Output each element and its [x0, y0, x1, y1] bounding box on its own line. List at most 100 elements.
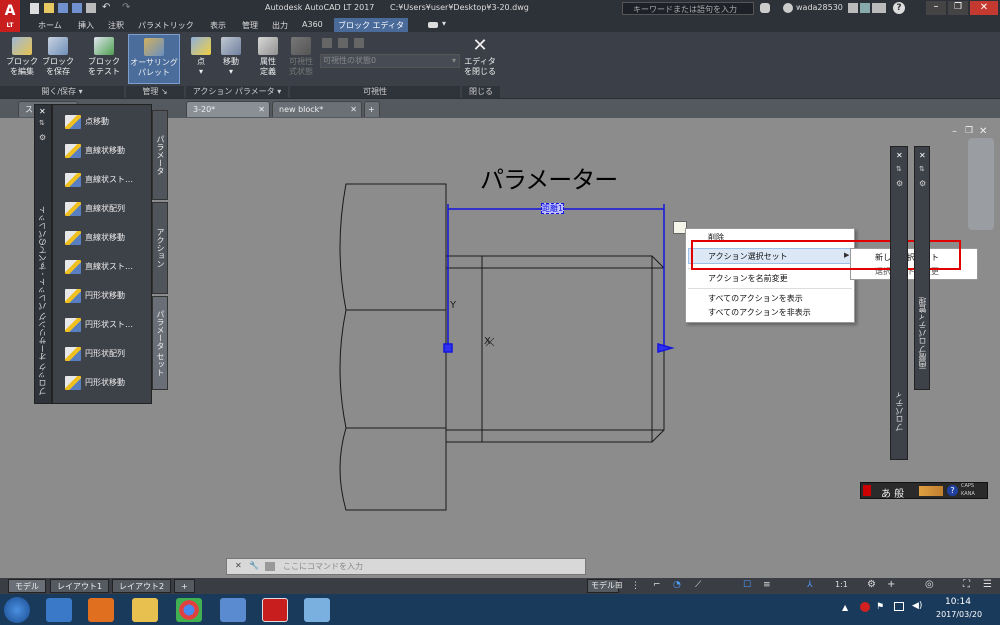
- tray-volume-icon[interactable]: ◀): [912, 601, 922, 611]
- save-as-icon[interactable]: [72, 3, 82, 13]
- exchange-icon[interactable]: [860, 3, 870, 13]
- open-file-icon[interactable]: [44, 3, 54, 13]
- layout-tab-layout1[interactable]: レイアウト1: [50, 579, 110, 593]
- close-editor-button[interactable]: ✕ エディタ を閉じる: [462, 34, 498, 84]
- tab-output[interactable]: 出力: [272, 20, 288, 31]
- doc-tab-new-block[interactable]: new block* ✕: [272, 101, 362, 117]
- search-box[interactable]: キーワードまたは語句を入力: [622, 2, 754, 15]
- hardware-icon[interactable]: ◎: [925, 579, 934, 590]
- palette-item-polar-array[interactable]: 円形状配列: [65, 343, 149, 365]
- print-icon[interactable]: [86, 3, 96, 13]
- paint-icon[interactable]: [304, 598, 330, 622]
- palette-item-linear-stretch-2[interactable]: 直線状スト…: [65, 256, 149, 278]
- palette-title-strip[interactable]: ✕ ⇅ ⚙ ブロック オーサリング パレット - すべてのパレット: [34, 104, 52, 404]
- palette-item-point-move[interactable]: 点移動: [65, 111, 149, 133]
- palette-close-icon[interactable]: ✕: [39, 107, 46, 116]
- binoculars-icon[interactable]: [760, 3, 770, 13]
- lineweight-icon[interactable]: ☐: [743, 580, 751, 590]
- annotation-scale[interactable]: 1:1: [835, 580, 848, 589]
- new-tab-button[interactable]: +: [364, 101, 380, 117]
- explorer-icon[interactable]: [132, 598, 158, 622]
- save-icon[interactable]: [58, 3, 68, 13]
- viewcube[interactable]: [968, 138, 994, 230]
- tab-manage[interactable]: 管理: [242, 20, 258, 31]
- start-button[interactable]: [4, 597, 30, 623]
- help-icon[interactable]: ?: [893, 2, 905, 14]
- point-button[interactable]: 点 ▾: [186, 34, 216, 84]
- close-icon[interactable]: ✕: [258, 102, 265, 117]
- properties-autohide-icon[interactable]: ⇅: [896, 165, 902, 173]
- palette-tab-parameter-sets[interactable]: パラメータ セット: [152, 296, 168, 390]
- tab-annotate[interactable]: 注釈: [108, 20, 124, 31]
- palette-item-linear-move-2[interactable]: 直線状移動: [65, 227, 149, 249]
- palette-tab-actions[interactable]: アクション: [152, 202, 168, 294]
- plus-icon[interactable]: +: [887, 579, 895, 590]
- tray-antivirus-icon[interactable]: [860, 602, 870, 612]
- ie-icon[interactable]: [46, 598, 72, 622]
- visibility-states-button[interactable]: 可視性 式状態: [286, 34, 316, 84]
- palette-item-linear-stretch[interactable]: 直線状スト…: [65, 169, 149, 191]
- close-window-icon[interactable]: ✕: [970, 1, 998, 15]
- authoring-palette-button[interactable]: オーサリング パレット: [128, 34, 180, 84]
- menu-item-hide-all-actions[interactable]: すべてのアクションを非表示: [708, 307, 811, 318]
- undo-icon[interactable]: ↶: [102, 3, 110, 13]
- chrome-icon[interactable]: [176, 598, 202, 622]
- customize-menu-icon[interactable]: ☰: [983, 579, 992, 590]
- ime-help-icon[interactable]: ?: [947, 485, 958, 496]
- properties-settings-icon[interactable]: ⚙: [896, 179, 903, 188]
- palette-item-polar-stretch[interactable]: 円形状スト…: [65, 314, 149, 336]
- tray-flag-icon[interactable]: ⚑: [876, 602, 884, 612]
- autodesk-a360-icon[interactable]: [872, 3, 886, 13]
- grid-icon[interactable]: ⊞: [615, 581, 623, 591]
- tab-overflow-icon[interactable]: ▾: [442, 19, 446, 28]
- polar-icon[interactable]: ◔: [673, 580, 681, 590]
- properties-close-icon[interactable]: ✕: [896, 151, 903, 160]
- move-button[interactable]: 移動 ▾: [216, 34, 246, 84]
- layout-tab-model[interactable]: モデル: [8, 579, 46, 593]
- ime-toolbar[interactable]: あ 般 ? CAPS KANA: [860, 482, 988, 500]
- redo-icon[interactable]: ↷: [122, 3, 130, 13]
- app-logo[interactable]: A LT: [0, 0, 20, 32]
- test-block-button[interactable]: ブロック をテスト: [86, 34, 122, 84]
- make-visible-icon[interactable]: [338, 38, 348, 48]
- cart-icon[interactable]: [848, 3, 858, 13]
- ortho-icon[interactable]: ⌐: [653, 580, 661, 590]
- command-line[interactable]: ✕ 🔧 ここにコマンドを入力: [226, 558, 586, 575]
- palette-tab-parameters[interactable]: パラメータ: [152, 110, 168, 200]
- tab-view[interactable]: 表示: [210, 20, 226, 31]
- camera-icon[interactable]: [428, 22, 438, 28]
- panel-action-parameters[interactable]: アクション パラメータ ▾: [186, 86, 288, 98]
- annotation-icon[interactable]: ⅄: [807, 580, 813, 590]
- palette-item-linear-array[interactable]: 直線状配列: [65, 198, 149, 220]
- fullscreen-icon[interactable]: ⛶: [963, 579, 970, 590]
- cmd-wrench-icon[interactable]: 🔧: [249, 561, 259, 570]
- layer-settings-icon[interactable]: ⚙: [919, 179, 926, 188]
- parameter-label[interactable]: 距離1: [541, 203, 565, 214]
- layout-tab-layout2[interactable]: レイアウト2: [112, 579, 172, 593]
- cmd-close-icon[interactable]: ✕: [235, 561, 242, 570]
- palette-item-polar-move[interactable]: 円形状移動: [65, 285, 149, 307]
- tray-display-icon[interactable]: [894, 602, 904, 611]
- snap-icon[interactable]: ⋮: [631, 581, 640, 591]
- edit-block-button[interactable]: ブロック を編集: [4, 34, 40, 84]
- tab-block-editor[interactable]: ブロック エディタ: [334, 18, 408, 32]
- attribute-definition-button[interactable]: 属性 定義: [252, 34, 284, 84]
- palette-item-linear-move[interactable]: 直線状移動: [65, 140, 149, 162]
- layer-close-icon[interactable]: ✕: [919, 151, 926, 160]
- restore-icon[interactable]: ❐: [948, 1, 968, 15]
- properties-palette-strip[interactable]: ✕ ⇅ ⚙ プロパティ: [890, 146, 908, 460]
- panel-manage[interactable]: 管理 ↘: [126, 86, 184, 98]
- visibility-mode-icon[interactable]: [322, 38, 332, 48]
- layer-autohide-icon[interactable]: ⇅: [919, 165, 925, 173]
- workspace-gear-icon[interactable]: ⚙: [867, 579, 876, 590]
- make-invisible-icon[interactable]: [354, 38, 364, 48]
- tab-parametric[interactable]: パラメトリック: [138, 20, 194, 31]
- tab-a360[interactable]: A360: [302, 20, 323, 29]
- add-layout-button[interactable]: +: [174, 579, 195, 593]
- autocad-taskbar-icon[interactable]: [262, 598, 288, 622]
- palette-settings-icon[interactable]: ⚙: [39, 133, 46, 142]
- palette-autohide-icon[interactable]: ⇅: [39, 119, 45, 127]
- tray-expand-icon[interactable]: ▲: [842, 603, 848, 612]
- clock-date[interactable]: 2017/03/20: [936, 610, 982, 619]
- user-icon[interactable]: [783, 3, 793, 13]
